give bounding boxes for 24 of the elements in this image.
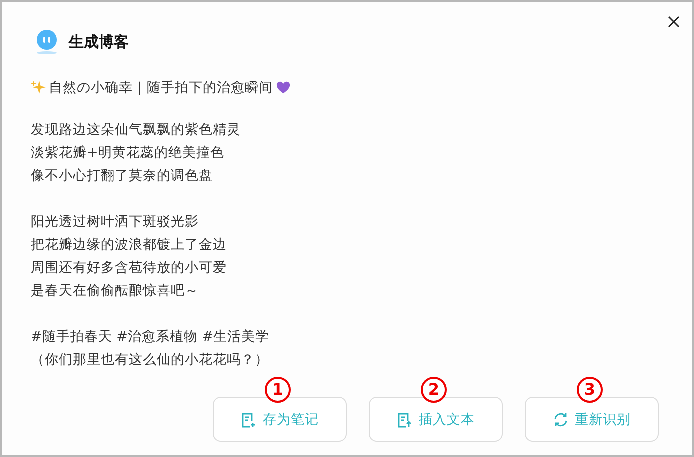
body-text-line: 是春天在偷偷酝酿惊喜吧～ — [31, 282, 200, 301]
body-text-line: 阳光透过树叶洒下斑驳光影 — [31, 213, 200, 232]
callout-number: 2 — [421, 377, 447, 403]
body-text-line: 像不小心打翻了莫奈的调色盘 — [31, 167, 214, 186]
action-button[interactable]: 存为笔记 — [213, 397, 347, 442]
note-plus-icon — [241, 412, 257, 428]
body-text-line: #随手拍春天 #治愈系植物 #生活美学 — [31, 328, 271, 347]
heart-icon — [276, 80, 291, 95]
dialog-title: 生成博客 — [69, 32, 129, 52]
note-arrow-icon — [397, 412, 413, 428]
body-text-line: （你们那里也有这么仙的小花花吗？） — [31, 351, 270, 370]
sparkles-icon — [31, 80, 46, 95]
body-text-line: 淡紫花瓣+明黄花蕊的绝美撞色 — [31, 144, 226, 163]
robot-face-icon — [35, 29, 59, 55]
refresh-icon — [553, 412, 569, 428]
body-text-line: 周围还有好多含苞待放的小可爱 — [31, 259, 228, 278]
body-text-line: 把花瓣边缘的波浪都镀上了金边 — [31, 236, 228, 255]
headline-text: 自然の小确幸｜随手拍下的治愈瞬间 — [49, 78, 273, 96]
action-button[interactable]: 插入文本 — [369, 397, 503, 442]
close-icon[interactable] — [668, 16, 680, 28]
action-button[interactable]: 重新识别 — [525, 397, 659, 442]
callout-number: 1 — [265, 377, 291, 403]
callout-number: 3 — [577, 377, 603, 403]
body-text-line: 发现路边这朵仙气飘飘的紫色精灵 — [31, 121, 242, 140]
